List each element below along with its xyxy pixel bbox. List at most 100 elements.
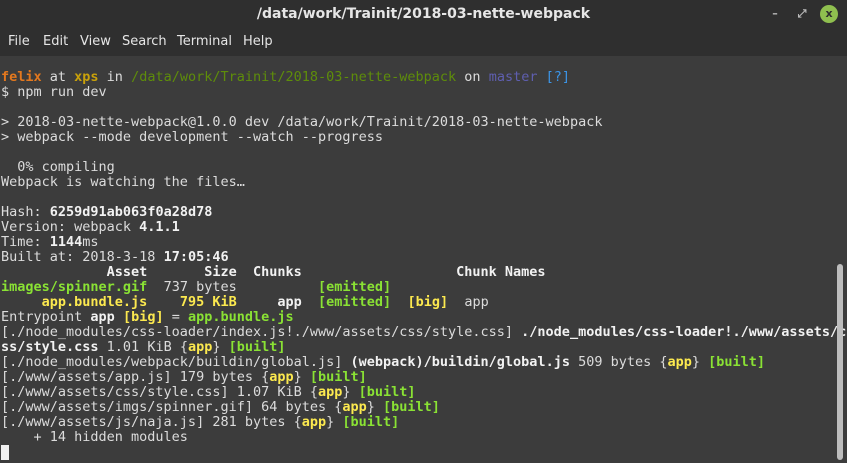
terminal-text: [./www/assets/css/style.css] 1.07 KiB { (1, 384, 318, 400)
terminal-text: (webpack)/buildin/global.js (350, 354, 570, 370)
terminal-text: [./node_modules/webpack/buildin/global.j… (1, 354, 351, 370)
scrollbar[interactable] (837, 264, 843, 460)
terminal-text: [big] (407, 294, 449, 310)
title-bar: /data/work/Trainit/2018-03-nette-webpack… (0, 0, 847, 28)
terminal-text: ./node_modules/css-loader!./www/assets/c (521, 324, 847, 340)
terminal-text: /data/work/Trainit/2018-03-nette-webpack (131, 69, 457, 85)
terminal-text: app (317, 384, 343, 400)
menu-terminal[interactable]: Terminal (177, 28, 232, 56)
terminal-line: [./node_modules/css-loader/index.js!./ww… (1, 325, 846, 340)
terminal-line: + 14 hidden modules (1, 430, 846, 445)
terminal-text: 4.1.1 (139, 219, 180, 235)
terminal-text: [./www/assets/imgs/spinner.gif] 64 bytes… (1, 399, 343, 415)
terminal-text: } (293, 369, 310, 385)
minimize-button[interactable]: – (766, 5, 784, 23)
terminal-text: app.bundle.js (1, 294, 148, 310)
terminal-text: app (342, 399, 367, 415)
terminal-text: app.bundle.js (187, 309, 294, 325)
terminal-text: xps (74, 69, 99, 85)
terminal-text: Time: (1, 234, 50, 250)
terminal-text: 17:05:46 (163, 249, 229, 265)
menu-view[interactable]: View (80, 28, 111, 56)
terminal-text: } (366, 399, 384, 415)
terminal-line: [./www/assets/css/style.css] 1.07 KiB {a… (1, 385, 846, 400)
terminal-output[interactable]: felix at xps in /data/work/Trainit/2018-… (1, 70, 846, 460)
terminal-text: app (667, 354, 692, 370)
terminal-text: [emitted] (318, 294, 392, 310)
terminal-text: 795 KiB (179, 294, 237, 310)
terminal-text: [big] (122, 309, 164, 325)
terminal-text: [./www/assets/js/naja.js] 281 bytes { (1, 414, 302, 430)
terminal-line: $ npm run dev (1, 85, 846, 100)
terminal-text: app (90, 309, 115, 325)
terminal-line: 0% compiling (1, 160, 846, 175)
terminal-text: Version: webpack (1, 219, 140, 235)
terminal-text: = (163, 309, 188, 325)
terminal-line: app.bundle.js 795 KiB app [emitted] [big… (1, 295, 846, 310)
terminal-line: Built at: 2018-3-18 17:05:46 (1, 250, 846, 265)
terminal-text: Webpack is watching the files… (1, 174, 245, 190)
terminal-line: [./node_modules/webpack/buildin/global.j… (1, 355, 846, 370)
terminal-text: 509 bytes { (569, 354, 668, 370)
terminal-text: > 2018-03-nette-webpack@1.0.0 dev /data/… (1, 114, 603, 130)
terminal-text: [built] (228, 339, 286, 355)
terminal-text: at (41, 69, 75, 85)
terminal-text: app (269, 369, 294, 385)
terminal-line: Hash: 6259d91ab063f0a28d78 (1, 205, 846, 220)
terminal-text: [built] (383, 399, 440, 415)
window-title: /data/work/Trainit/2018-03-nette-webpack (256, 6, 591, 22)
terminal-line: [./www/assets/js/naja.js] 281 bytes {app… (1, 415, 846, 430)
terminal-text: Asset Size Chunks Chunk Names (1, 264, 546, 280)
terminal-line: Time: 1144ms (1, 235, 846, 250)
terminal-line: Asset Size Chunks Chunk Names (1, 265, 846, 280)
terminal-text: ms (82, 234, 99, 250)
prompt-line (1, 445, 846, 460)
terminal-text: [built] (358, 384, 416, 400)
terminal-line: > 2018-03-nette-webpack@1.0.0 dev /data/… (1, 115, 846, 130)
terminal-text: } (691, 354, 709, 370)
terminal-line: Version: webpack 4.1.1 (1, 220, 846, 235)
terminal-line: images/spinner.gif 737 bytes [emitted] (1, 280, 846, 295)
terminal-line: felix at xps in /data/work/Trainit/2018-… (1, 70, 846, 85)
terminal-text: [built] (309, 369, 367, 385)
terminal-line: [./www/assets/imgs/spinner.gif] 64 bytes… (1, 400, 846, 415)
terminal-line: ss/style.css 1.01 KiB {app} [built] (1, 340, 846, 355)
terminal-text: [emitted] (318, 279, 392, 295)
terminal-text: } (342, 384, 359, 400)
terminal-text: > webpack --mode development --watch --p… (1, 129, 384, 145)
menu-edit[interactable]: Edit (43, 28, 68, 56)
terminal-text: felix (1, 69, 42, 85)
terminal-text: 1.01 KiB { (98, 339, 188, 355)
terminal-text: 6259d91ab063f0a28d78 (49, 204, 213, 220)
menu-help[interactable]: Help (243, 28, 273, 56)
terminal-text: $ npm run dev (1, 84, 107, 100)
close-button[interactable]: x (820, 5, 838, 23)
terminal-text: master (488, 69, 538, 85)
terminal-text: [built] (342, 414, 400, 430)
terminal-text: in (98, 69, 132, 85)
terminal-text: ss/style.css (1, 339, 99, 355)
terminal-text: + 14 hidden modules (1, 429, 188, 445)
terminal-text: images/spinner.gif (1, 279, 148, 295)
terminal-line: Webpack is watching the files… (1, 175, 846, 190)
terminal-line: Entrypoint app [big] = app.bundle.js (1, 310, 846, 325)
maximize-button[interactable]: ⤢ (793, 5, 811, 23)
menu-file[interactable]: File (8, 28, 30, 56)
menu-search[interactable]: Search (122, 28, 167, 56)
terminal-text: [./www/assets/app.js] 179 bytes { (1, 369, 270, 385)
terminal-text: app (448, 294, 489, 310)
terminal-line: > webpack --mode development --watch --p… (1, 130, 846, 145)
terminal-text: app (187, 339, 213, 355)
terminal-line: [./www/assets/app.js] 179 bytes {app} [b… (1, 370, 846, 385)
terminal-text: Built at: 2018-3-18 (1, 249, 164, 265)
text-cursor (1, 445, 9, 460)
terminal-text: 737 bytes (147, 279, 318, 295)
terminal-text: Entrypoint (1, 309, 91, 325)
